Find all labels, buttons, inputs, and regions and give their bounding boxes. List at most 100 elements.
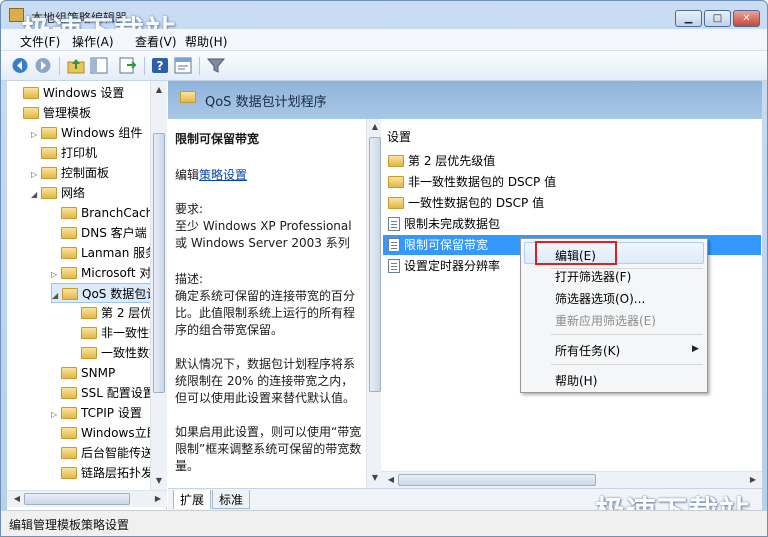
folder-icon [81,327,97,339]
enable-text: 如果启用此设置，则可以使用“带宽限制”框来调整系统可保留的带宽数量。 [175,425,362,473]
folder-icon [62,288,78,300]
expand-toggle-icon[interactable]: ▷ [51,405,61,425]
maximize-button[interactable]: □ [704,10,731,27]
menu-bar: 文件(F) 操作(A) 查看(V) 帮助(H) [1,29,767,51]
list-row[interactable]: 第 2 层优先级值 [383,151,761,171]
menu-action[interactable]: 操作(A) [72,33,114,50]
tab-extended[interactable]: 扩展 [173,490,212,509]
description-scroll-thumb[interactable] [369,137,381,392]
tree-item-label: 链路层拓扑发 [81,466,154,480]
menu-separator [551,334,703,335]
policy-title: 限制可保留带宽 [175,132,260,146]
expand-toggle-icon[interactable]: ▷ [31,165,41,185]
toolbar: ? [1,51,767,81]
up-folder-icon[interactable] [67,57,85,74]
folder-icon [23,87,39,99]
details-title: QoS 数据包计划程序 [205,95,327,110]
menu-file[interactable]: 文件(F) [20,33,60,50]
list-row-label: 限制未完成数据包 [404,217,501,231]
folder-icon [61,467,77,479]
status-bar: 编辑管理模板策略设置 [1,510,767,536]
policy-setting-icon [388,238,400,252]
tree-vertical-scrollbar[interactable]: ▲ ▼ [150,81,167,490]
scroll-up-arrow[interactable]: ▲ [151,85,167,94]
folder-icon [41,187,57,199]
tree-scroll-thumb[interactable] [153,133,165,393]
expand-toggle-icon[interactable]: ▷ [51,265,61,285]
context-filter-options[interactable]: 筛选器选项(O)... [555,290,645,307]
folder-icon [61,207,77,219]
tree-item[interactable]: 打印机 [31,143,97,163]
list-row[interactable]: 一致性数据包的 DSCP 值 [383,193,761,213]
policy-setting-icon [388,217,400,231]
minimize-button[interactable]: ▁ [675,10,702,27]
tree-item-label: 打印机 [61,146,98,160]
scroll-right-arrow[interactable]: ▶ [150,494,166,503]
edit-policy-line: 编辑策略设置 [175,167,365,184]
menu-view[interactable]: 查看(V) [135,33,177,50]
scroll-left-arrow[interactable]: ◀ [9,494,25,503]
context-all-tasks[interactable]: 所有任务(K) [555,342,620,359]
tree-horizontal-scrollbar[interactable]: ◀ ▶ [7,490,167,507]
tree-item[interactable]: ▷ Windows 组件 [31,123,142,143]
list-horizontal-scrollbar[interactable]: ◀ ▶ [381,471,762,488]
back-icon[interactable] [11,57,29,74]
filter-icon[interactable] [207,57,225,74]
folder-icon [61,387,77,399]
close-button[interactable]: ✕ [733,10,760,27]
tree-item[interactable]: SSL 配置设置 [51,383,155,403]
list-row-label: 设置定时器分辨率 [404,259,501,273]
scroll-right-arrow[interactable]: ▶ [745,475,761,484]
tree-hscroll-thumb[interactable] [24,493,130,505]
show-tree-icon[interactable] [90,57,108,74]
tree-item[interactable]: 管理模板 [13,103,91,123]
expand-toggle-icon[interactable]: ▷ [31,125,41,145]
list-row[interactable]: 限制未完成数据包 [383,214,761,234]
list-hscroll-thumb[interactable] [398,474,596,486]
list-column-header[interactable]: 设置 [381,126,762,148]
tree-item[interactable]: Lanman 服务 [51,243,157,263]
tree-item[interactable]: Windows 设置 [13,83,124,103]
export-icon[interactable] [119,57,137,74]
scroll-down-arrow[interactable]: ▼ [151,476,167,485]
context-open-filter[interactable]: 打开筛选器(F) [555,268,631,285]
folder-icon [61,247,77,259]
tree-item-label: 管理模板 [43,106,92,120]
tree-item[interactable]: Windows立即 [51,423,159,443]
tree-item-label: TCPIP 设置 [81,406,142,420]
tree-item[interactable]: ◢ 网络 [31,183,85,203]
tree-item[interactable]: 链路层拓扑发 [51,463,153,483]
tree-item-label: 控制面板 [61,166,110,180]
tree-item[interactable]: ▷ 控制面板 [31,163,109,183]
menu-separator [551,364,703,365]
properties-icon[interactable] [174,57,192,74]
tree-item[interactable]: 后台智能传送 [51,443,153,463]
policy-settings-link[interactable]: 策略设置 [199,168,247,182]
expand-toggle-icon[interactable]: ◢ [52,286,62,306]
status-text: 编辑管理模板策略设置 [9,518,130,532]
scroll-left-arrow[interactable]: ◀ [383,475,399,484]
list-row-label: 第 2 层优先级值 [408,154,496,168]
tab-standard[interactable]: 标准 [212,490,251,509]
context-help[interactable]: 帮助(H) [555,372,597,389]
tree-item[interactable]: BranchCache [51,203,161,223]
default-text: 默认情况下，数据包计划程序将系统限制在 20% 的连接带宽之内，但可以使用此设置… [175,357,356,405]
folder-icon [61,227,77,239]
tree-item[interactable]: 非一致性数 [71,323,161,343]
forward-icon[interactable] [34,57,52,74]
tree-item[interactable]: ▷ TCPIP 设置 [51,403,142,423]
tree-item[interactable]: ◢ QoS 数据包计 [51,283,160,306]
tree-item[interactable]: 一致性数据 [71,343,161,363]
expand-toggle-icon[interactable]: ◢ [31,185,41,205]
folder-icon [388,155,404,167]
list-row[interactable]: 非一致性数据包的 DSCP 值 [383,172,761,192]
requirements-label: 要求: [175,202,204,216]
tree-item-label: 网络 [61,186,86,200]
help-icon[interactable]: ? [151,57,169,74]
folder-icon [61,367,77,379]
tree-item[interactable]: DNS 客户端 [51,223,147,243]
tree-item[interactable]: ▷ Microsoft 对 [51,263,151,283]
tree-item[interactable]: SNMP [51,363,115,383]
tree-item-label: QoS 数据包计 [82,287,159,301]
menu-help[interactable]: 帮助(H) [185,33,227,50]
